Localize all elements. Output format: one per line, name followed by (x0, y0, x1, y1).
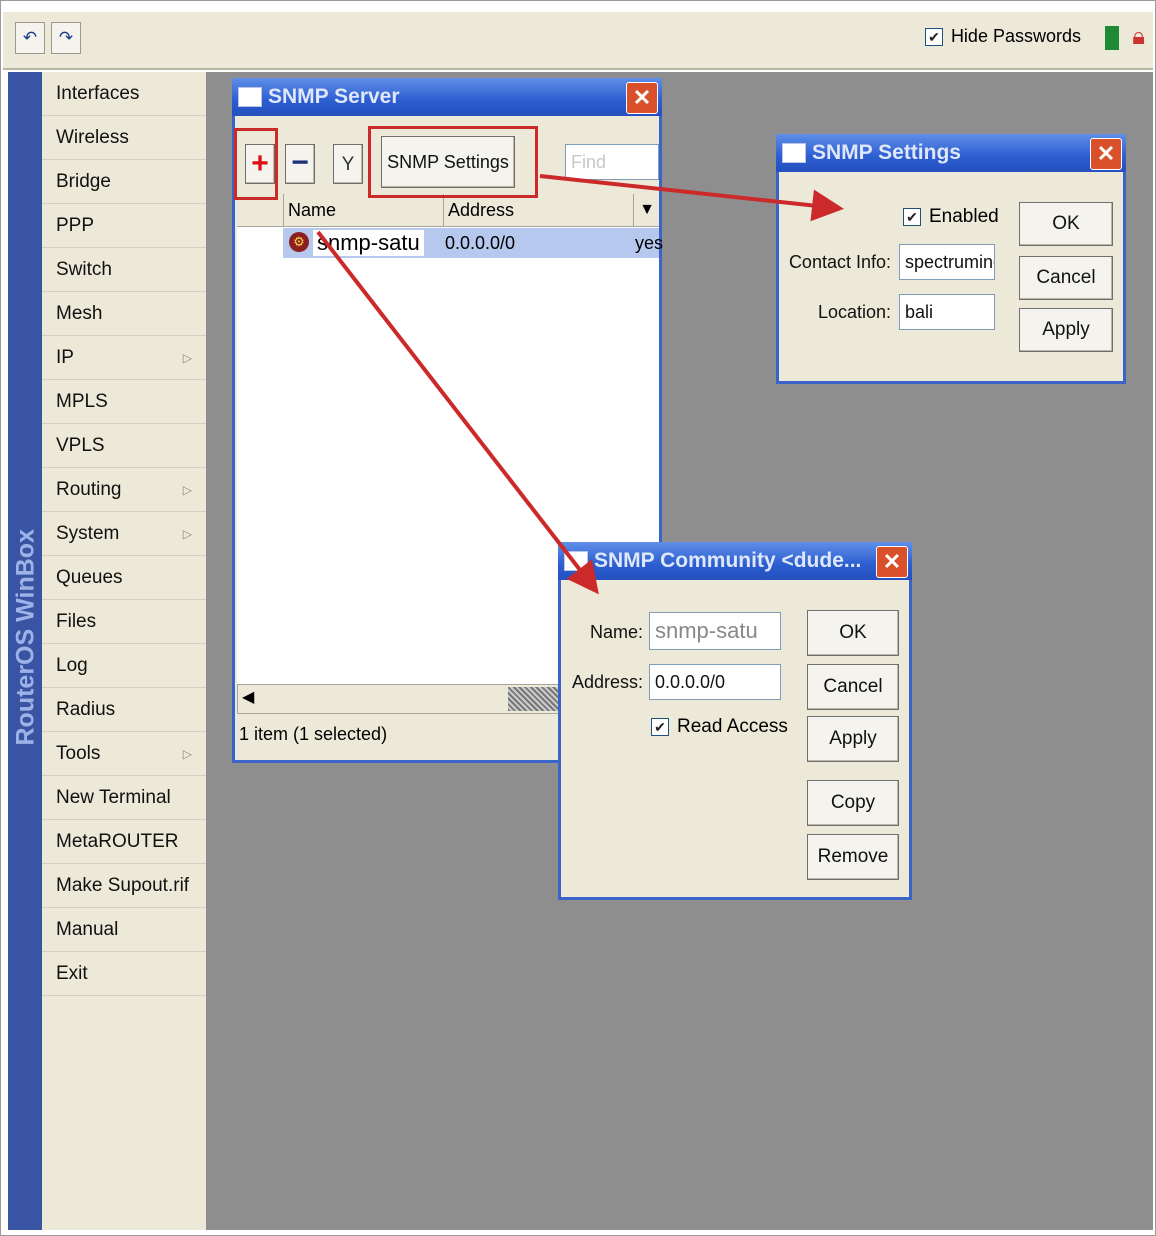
arrow-to-community (316, 230, 599, 595)
arrow-to-settings (539, 174, 844, 222)
annotation-arrows (316, 174, 844, 595)
